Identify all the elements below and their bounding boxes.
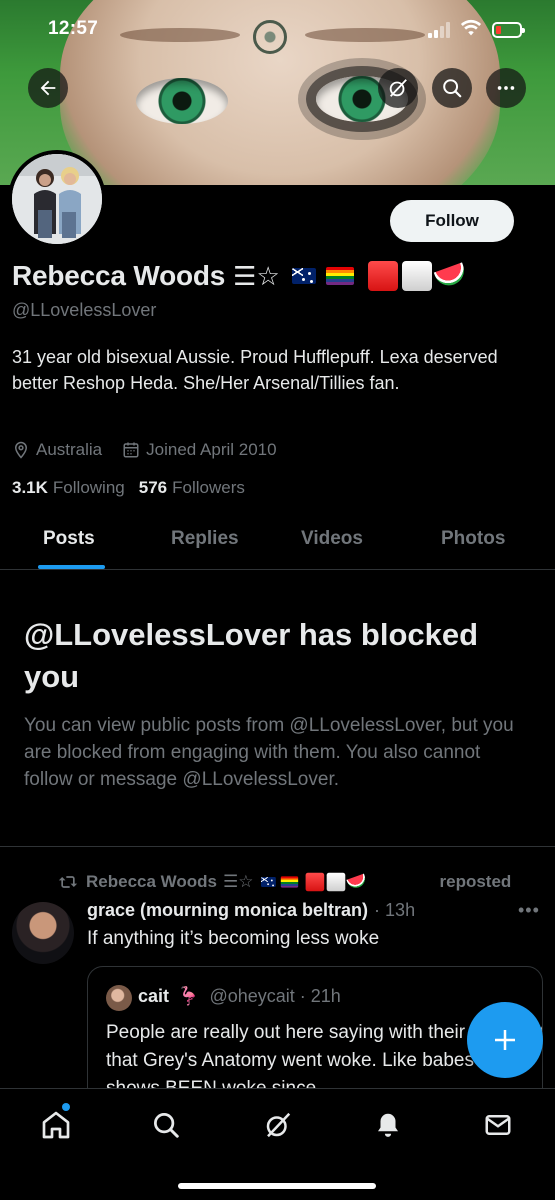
plus-icon bbox=[495, 1030, 515, 1050]
profile-tabs: Posts Replies Videos Photos bbox=[0, 516, 555, 570]
grok-icon bbox=[266, 1112, 291, 1138]
tab-photos[interactable]: Photos bbox=[441, 528, 505, 550]
joined-text: Joined April 2010 bbox=[146, 440, 277, 459]
search-icon bbox=[154, 1113, 179, 1138]
flamingo-icon: 🦩 bbox=[177, 986, 200, 1006]
status-time: 12:57 bbox=[48, 18, 99, 39]
repost-by-name[interactable]: Rebecca Woods bbox=[86, 872, 217, 892]
profile-joined: Joined April 2010 bbox=[122, 440, 277, 460]
repost-by-symbols: ☰☆ bbox=[223, 872, 254, 891]
blocked-title: @LLovelessLover has blocked you bbox=[24, 617, 479, 694]
battery-icon bbox=[492, 22, 525, 38]
nav-grok[interactable] bbox=[258, 1105, 298, 1145]
profile-meta: Australia Joined April 2010 bbox=[12, 438, 297, 462]
follow-button[interactable]: Follow bbox=[390, 200, 514, 242]
post-more-button[interactable]: ••• bbox=[518, 900, 540, 921]
home-indicator[interactable] bbox=[178, 1183, 376, 1189]
location-text: Australia bbox=[36, 440, 103, 459]
post-header: grace (mourning monica beltran) · 13h bbox=[87, 900, 415, 921]
banner-eye-left bbox=[136, 78, 228, 124]
quoted-author-avatar bbox=[106, 985, 132, 1011]
tab-posts[interactable]: Posts bbox=[43, 528, 95, 550]
profile-name: Rebecca Woods bbox=[12, 260, 226, 291]
profile-avatar[interactable] bbox=[8, 150, 106, 248]
avatar-photo bbox=[12, 154, 102, 244]
home-notification-dot bbox=[62, 1103, 70, 1111]
profile-location: Australia bbox=[12, 440, 102, 460]
tab-videos[interactable]: Videos bbox=[301, 528, 363, 550]
nav-messages[interactable] bbox=[478, 1105, 518, 1145]
more-options-button[interactable] bbox=[486, 68, 526, 108]
calendar-icon bbox=[123, 442, 139, 458]
followers-link[interactable]: 576 Followers bbox=[139, 478, 245, 498]
following-count: 3.1K bbox=[12, 478, 48, 497]
profile-stats: 3.1K Following 576 Followers bbox=[12, 478, 259, 498]
bell-icon bbox=[378, 1113, 398, 1137]
following-link[interactable]: 3.1K Following bbox=[12, 478, 125, 498]
signal-icon bbox=[428, 22, 450, 38]
more-icon bbox=[497, 86, 515, 90]
nav-search[interactable] bbox=[146, 1105, 186, 1145]
rainbow-flag-icon bbox=[325, 267, 354, 285]
compose-button[interactable] bbox=[467, 1002, 543, 1078]
mail-icon bbox=[485, 1115, 511, 1135]
followers-count: 576 bbox=[138, 478, 168, 497]
back-button[interactable] bbox=[28, 68, 68, 108]
australia-flag-icon bbox=[291, 268, 316, 284]
repost-label: reposted bbox=[439, 872, 512, 891]
post-author-avatar[interactable] bbox=[12, 902, 74, 964]
profile-name-row: Rebecca Woods ☰☆ bbox=[12, 258, 468, 294]
grok-icon bbox=[389, 79, 407, 97]
nav-home[interactable] bbox=[36, 1105, 76, 1145]
section-divider bbox=[0, 846, 555, 847]
wifi-icon bbox=[460, 19, 482, 36]
home-icon bbox=[42, 1111, 70, 1139]
arrow-left-icon bbox=[40, 80, 56, 96]
red-square-icon bbox=[367, 261, 398, 291]
blocked-message: You can view public posts from @LLoveles… bbox=[24, 715, 514, 790]
grok-button[interactable] bbox=[378, 68, 418, 108]
quoted-post-header: cait 🦩 @oheycait · 21h bbox=[138, 986, 341, 1007]
quoted-handle-time: @oheycait · 21h bbox=[209, 986, 341, 1006]
post-text: If anything it’s becoming less woke bbox=[87, 928, 380, 949]
nav-notifications[interactable] bbox=[368, 1105, 408, 1145]
followers-label: Followers bbox=[172, 478, 245, 497]
active-tab-indicator bbox=[38, 565, 105, 569]
search-button[interactable] bbox=[432, 68, 472, 108]
post-time[interactable]: · 13h bbox=[374, 900, 415, 921]
status-bar: 12:57 bbox=[0, 0, 555, 60]
location-pin-icon bbox=[14, 441, 28, 459]
white-square-icon bbox=[401, 261, 432, 291]
tab-replies[interactable]: Replies bbox=[171, 528, 239, 550]
profile-name-symbols: ☰☆ bbox=[233, 260, 280, 291]
repost-icon bbox=[58, 876, 78, 888]
following-label: Following bbox=[52, 478, 125, 497]
search-icon bbox=[443, 79, 462, 98]
quoted-author-name: cait bbox=[138, 986, 170, 1006]
watermelon-icon bbox=[433, 262, 468, 290]
repost-by-emojis bbox=[256, 872, 368, 892]
post-author-name[interactable]: grace (mourning monica beltran) bbox=[87, 900, 368, 921]
profile-handle: @LLovelessLover bbox=[12, 300, 157, 320]
repost-indicator: Rebecca Woods ☰☆ reposted bbox=[58, 870, 511, 894]
profile-bio: 31 year old bisexual Aussie. Proud Huffl… bbox=[12, 347, 498, 393]
